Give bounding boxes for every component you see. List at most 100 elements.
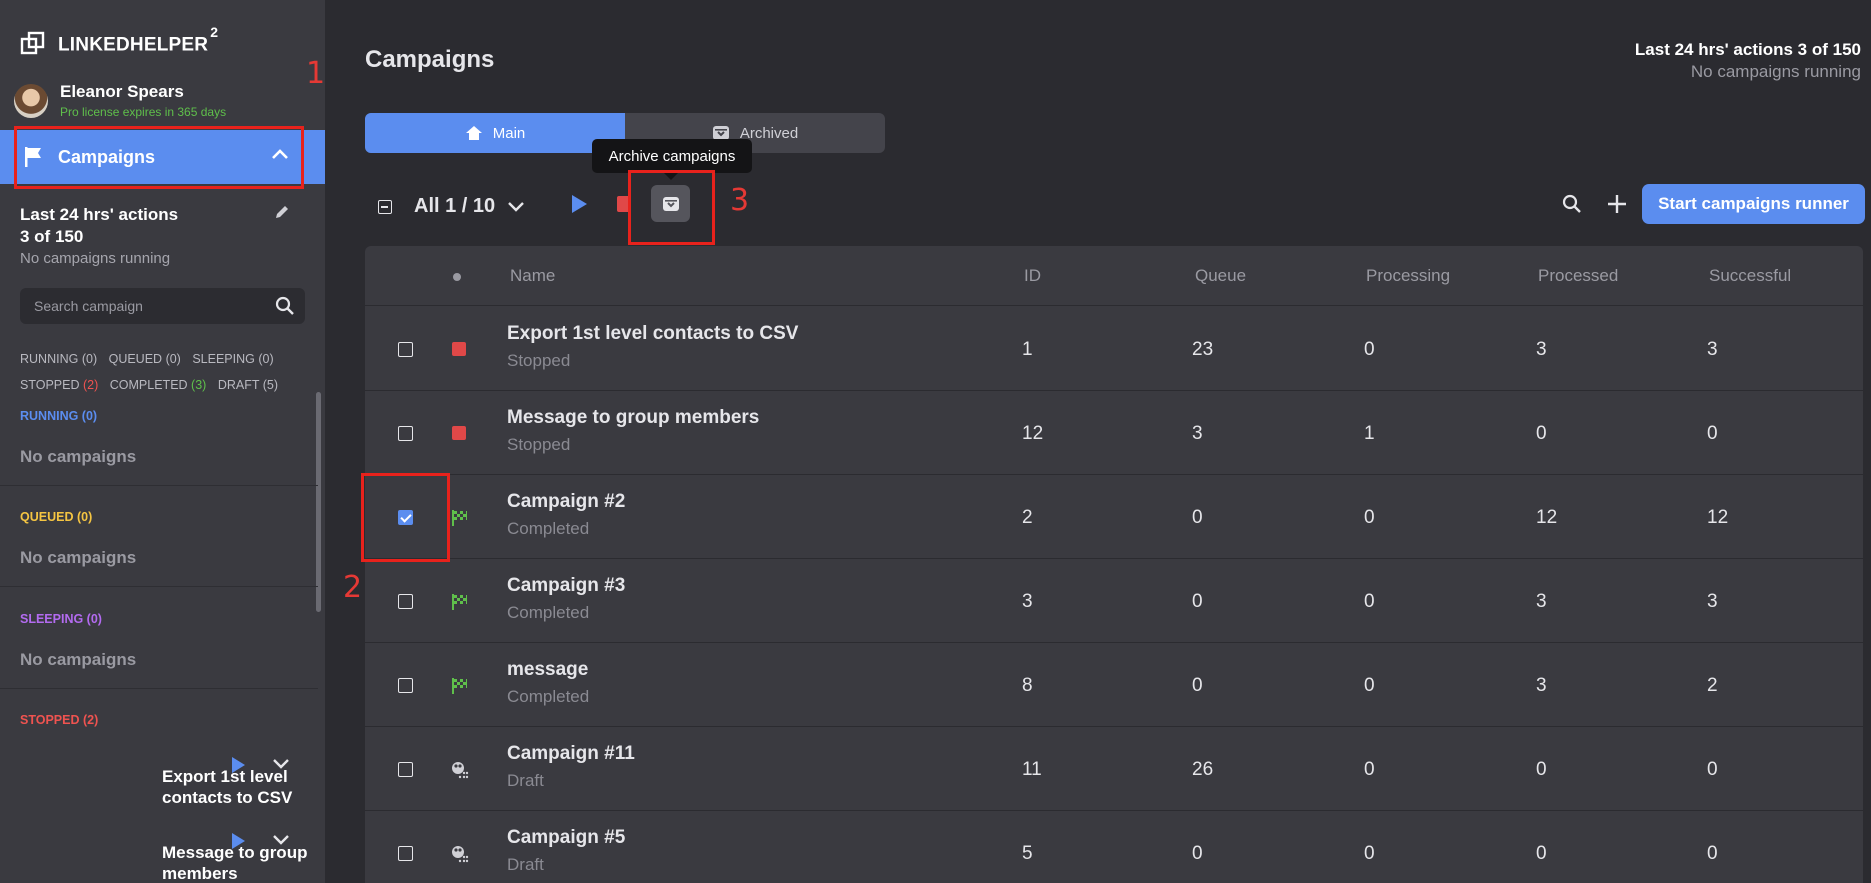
sidebar-campaign-name: Export 1st level contacts to CSV xyxy=(162,767,293,807)
annotation-number-1: 1 xyxy=(306,56,326,91)
table-row[interactable]: Campaign #5 Draft 5 0 0 0 0 xyxy=(365,811,1863,883)
search-campaign xyxy=(20,288,305,324)
row-checkbox[interactable] xyxy=(398,510,413,525)
stop-square-icon xyxy=(452,342,466,356)
table-header: Name ID Queue Processing Processed Succe… xyxy=(365,246,1863,306)
campaign-name[interactable]: Campaign #5 xyxy=(507,827,625,849)
cell-queue: 3 xyxy=(1192,423,1203,444)
campaign-name[interactable]: Campaign #11 xyxy=(507,743,635,765)
campaign-name[interactable]: Campaign #2 xyxy=(507,491,625,513)
checkered-flag-icon xyxy=(452,678,467,694)
archive-campaigns-button[interactable] xyxy=(651,185,690,222)
section-title-queued: QUEUED (0) xyxy=(20,510,93,524)
selection-dropdown[interactable]: All 1 / 10 xyxy=(378,195,525,218)
table-row[interactable]: message Completed 8 0 0 3 2 xyxy=(365,643,1863,727)
home-icon xyxy=(465,126,482,140)
header-running-status: No campaigns running xyxy=(1690,62,1861,81)
row-checkbox[interactable] xyxy=(398,678,413,693)
row-checkbox[interactable] xyxy=(398,762,413,777)
campaign-status: Stopped xyxy=(507,351,571,370)
search-input[interactable] xyxy=(34,298,264,314)
selection-count: All 1 / 10 xyxy=(414,195,496,217)
stop-icon[interactable] xyxy=(617,196,631,212)
count-completed[interactable]: COMPLETED (3) xyxy=(110,378,207,392)
divider xyxy=(0,688,318,689)
sidebar-scrollbar[interactable] xyxy=(316,392,321,612)
column-header-name[interactable]: Name xyxy=(510,266,555,286)
cell-processed: 0 xyxy=(1536,759,1547,780)
archive-icon xyxy=(662,196,679,211)
count-sleeping[interactable]: SLEEPING (0) xyxy=(192,352,273,366)
play-icon[interactable] xyxy=(230,756,246,774)
start-campaigns-runner-button[interactable]: Start campaigns runner xyxy=(1642,184,1865,224)
sidebar-item-campaigns[interactable]: Campaigns xyxy=(0,130,325,184)
cell-processed: 12 xyxy=(1536,507,1558,528)
count-queued[interactable]: QUEUED (0) xyxy=(109,352,181,366)
count-running[interactable]: RUNNING (0) xyxy=(20,352,97,366)
header-actions-count: Last 24 hrs' actions 3 of 150 xyxy=(1634,40,1861,59)
avatar xyxy=(14,83,48,118)
stop-square-icon xyxy=(452,426,466,440)
cell-id: 3 xyxy=(1022,591,1033,612)
table-row[interactable]: Message to group members Stopped 12 3 1 … xyxy=(365,391,1863,475)
tab-label: Main xyxy=(492,124,526,142)
column-header-id[interactable]: ID xyxy=(1024,266,1041,286)
chevron-down-icon[interactable] xyxy=(507,201,525,213)
search-icon[interactable] xyxy=(275,296,295,316)
app-version-superscript: 2 xyxy=(210,24,219,40)
cell-queue: 23 xyxy=(1192,339,1214,360)
pencil-icon[interactable] xyxy=(274,204,290,220)
table-row[interactable]: Campaign #3 Completed 3 0 0 3 3 xyxy=(365,559,1863,643)
play-icon[interactable] xyxy=(570,194,588,214)
row-checkbox[interactable] xyxy=(398,594,413,609)
chevron-up-icon[interactable] xyxy=(271,148,289,160)
table-row[interactable]: Campaign #2 Completed 2 0 0 12 12 xyxy=(365,475,1863,559)
column-header-successful[interactable]: Successful xyxy=(1709,266,1791,286)
draft-dots-icon xyxy=(452,762,469,779)
campaigns-table: Name ID Queue Processing Processed Succe… xyxy=(365,246,1863,883)
campaign-name[interactable]: Campaign #3 xyxy=(507,575,625,597)
user-profile[interactable]: Eleanor Spears Pro license expires in 36… xyxy=(14,82,226,119)
section-title-stopped: STOPPED (2) xyxy=(20,713,99,727)
table-row[interactable]: Export 1st level contacts to CSV Stopped… xyxy=(365,307,1863,391)
sidebar: LINKEDHELPER2 Eleanor Spears Pro license… xyxy=(0,0,325,883)
table-row[interactable]: Campaign #11 Draft 11 26 0 0 0 xyxy=(365,727,1863,811)
search-icon[interactable] xyxy=(1562,194,1582,214)
row-checkbox[interactable] xyxy=(398,342,413,357)
cell-processing: 0 xyxy=(1364,843,1375,864)
campaign-status: Completed xyxy=(507,687,590,706)
column-header-queue[interactable]: Queue xyxy=(1195,266,1246,286)
annotation-number-2: 2 xyxy=(343,570,363,605)
app-logo[interactable]: LINKEDHELPER2 xyxy=(20,24,218,56)
draft-dots-icon xyxy=(452,846,469,863)
cell-processing: 1 xyxy=(1364,423,1375,444)
column-header-processed[interactable]: Processed xyxy=(1538,266,1618,286)
campaign-name[interactable]: Message to group members xyxy=(507,407,759,429)
campaign-name[interactable]: message xyxy=(507,659,589,681)
cell-processed: 0 xyxy=(1536,843,1547,864)
chevron-down-icon[interactable] xyxy=(272,834,290,846)
count-draft[interactable]: DRAFT (5) xyxy=(218,378,278,392)
cell-queue: 0 xyxy=(1192,507,1203,528)
row-checkbox[interactable] xyxy=(398,846,413,861)
cell-successful: 0 xyxy=(1707,423,1718,444)
cell-queue: 0 xyxy=(1192,591,1203,612)
row-checkbox[interactable] xyxy=(398,426,413,441)
play-icon[interactable] xyxy=(230,832,246,850)
section-title-running: RUNNING (0) xyxy=(20,409,98,423)
cell-successful: 3 xyxy=(1707,339,1718,360)
cell-processed: 3 xyxy=(1536,339,1547,360)
count-stopped[interactable]: STOPPED (2) xyxy=(20,378,98,392)
cell-id: 5 xyxy=(1022,843,1033,864)
plus-icon[interactable] xyxy=(1606,193,1628,215)
tab-main[interactable]: Main xyxy=(365,113,625,153)
cell-processing: 0 xyxy=(1364,759,1375,780)
column-header-processing[interactable]: Processing xyxy=(1366,266,1450,286)
select-all-checkbox[interactable] xyxy=(378,199,392,214)
stats-value: 3 of 150 xyxy=(20,227,84,246)
campaign-status: Completed xyxy=(507,519,590,538)
campaign-name[interactable]: Export 1st level contacts to CSV xyxy=(507,323,798,345)
annotation-number-3: 3 xyxy=(730,183,750,218)
cell-successful: 3 xyxy=(1707,591,1718,612)
chevron-down-icon[interactable] xyxy=(272,758,290,770)
